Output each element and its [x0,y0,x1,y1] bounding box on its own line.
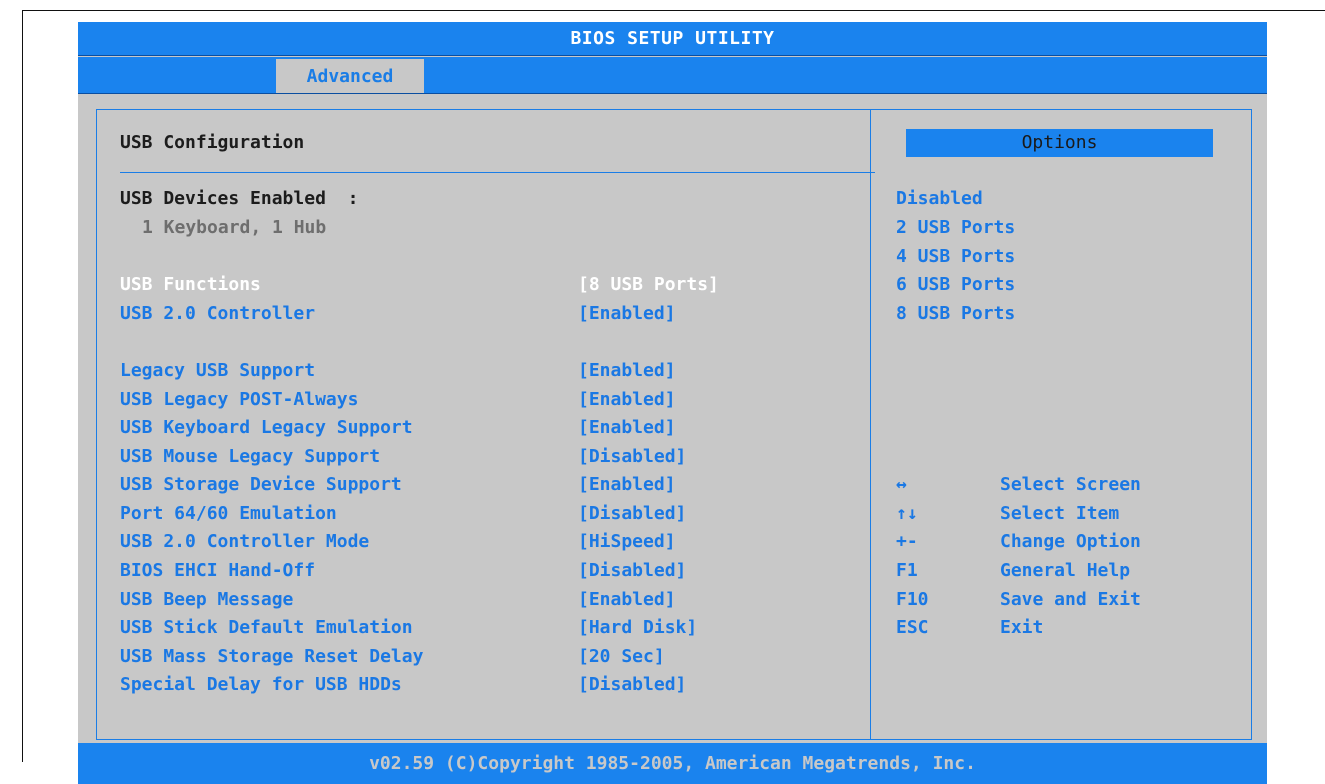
option-item[interactable]: Disabled [896,188,983,210]
help-action: Save and Exit [1000,589,1141,610]
option-item[interactable]: 2 USB Ports [896,217,1015,239]
setting-value-legacy-usb-support[interactable]: [Enabled] [578,360,676,382]
setting-label-usb-2-controller-mode[interactable]: USB 2.0 Controller Mode [120,531,369,553]
devices-enabled-label: USB Devices Enabled : [120,188,359,209]
footer-copyright: v02.59 (C)Copyright 1985-2005, American … [78,743,1267,784]
help-action: Select Item [1000,503,1120,524]
help-key-up-down-arrows-icon: ↑↓ [896,503,918,524]
setting-label-usb-mass-storage-delay[interactable]: USB Mass Storage Reset Delay [120,646,423,668]
setting-value-usb-legacy-post-always[interactable]: [Enabled] [578,389,676,411]
window-frame-left [22,10,23,762]
setting-label-usb-mouse-legacy[interactable]: USB Mouse Legacy Support [120,446,380,468]
section-title: USB Configuration [120,132,305,153]
help-action: Select Screen [1000,474,1141,495]
setting-label-port-64-60[interactable]: Port 64/60 Emulation [120,503,337,525]
setting-value-usb-keyboard-legacy[interactable]: [Enabled] [578,417,676,439]
tab-advanced[interactable]: Advanced [276,59,424,95]
setting-label-usb-beep-message[interactable]: USB Beep Message [120,589,293,611]
setting-value-usb-beep-message[interactable]: [Enabled] [578,589,676,611]
devices-enabled-value: 1 Keyboard, 1 Hub [142,217,327,238]
help-key: F10 [896,589,929,610]
setting-value-usb-storage-device[interactable]: [Enabled] [578,474,676,496]
setting-value-port-64-60[interactable]: [Disabled] [578,503,686,525]
help-key-left-right-arrows-icon: ↔ [896,474,907,495]
help-action: Change Option [1000,531,1141,552]
setting-label-special-delay-hdds[interactable]: Special Delay for USB HDDs [120,674,402,696]
panel-divider [870,109,871,740]
help-key: +- [896,531,918,552]
setting-value-usb-2-controller-mode[interactable]: [HiSpeed] [578,531,676,553]
option-item[interactable]: 6 USB Ports [896,274,1015,296]
bios-screen: BIOS SETUP UTILITY Advanced USB Configur… [78,22,1267,784]
setting-value-usb-stick-emulation[interactable]: [Hard Disk] [578,617,697,639]
help-key: F1 [896,560,918,581]
setting-label-usb-stick-emulation[interactable]: USB Stick Default Emulation [120,617,413,639]
help-action: General Help [1000,560,1131,581]
setting-label-usb-storage-device[interactable]: USB Storage Device Support [120,474,402,496]
setting-label-usb-functions[interactable]: USB Functions [120,274,261,296]
setting-value-bios-ehci-handoff[interactable]: [Disabled] [578,560,686,582]
tab-bar: Advanced [78,57,1267,95]
setting-value-special-delay-hdds[interactable]: [Disabled] [578,674,686,696]
option-item[interactable]: 4 USB Ports [896,246,1015,268]
setting-value-usb-2-controller[interactable]: [Enabled] [578,303,676,325]
setting-label-usb-keyboard-legacy[interactable]: USB Keyboard Legacy Support [120,417,413,439]
setting-label-usb-legacy-post-always[interactable]: USB Legacy POST-Always [120,389,358,411]
setting-value-usb-mass-storage-delay[interactable]: [20 Sec] [578,646,665,668]
help-key: ESC [896,617,929,638]
setting-label-legacy-usb-support[interactable]: Legacy USB Support [120,360,315,382]
window-frame-top [22,10,1325,11]
setting-label-bios-ehci-handoff[interactable]: BIOS EHCI Hand-Off [120,560,315,582]
options-header: Options [906,129,1213,157]
help-action: Exit [1000,617,1044,638]
section-divider [120,172,875,173]
setting-value-usb-functions[interactable]: [8 USB Ports] [578,274,719,296]
option-item[interactable]: 8 USB Ports [896,303,1015,325]
setting-value-usb-mouse-legacy[interactable]: [Disabled] [578,446,686,468]
setting-label-usb-2-controller[interactable]: USB 2.0 Controller [120,303,315,325]
title-bar: BIOS SETUP UTILITY [78,22,1267,56]
